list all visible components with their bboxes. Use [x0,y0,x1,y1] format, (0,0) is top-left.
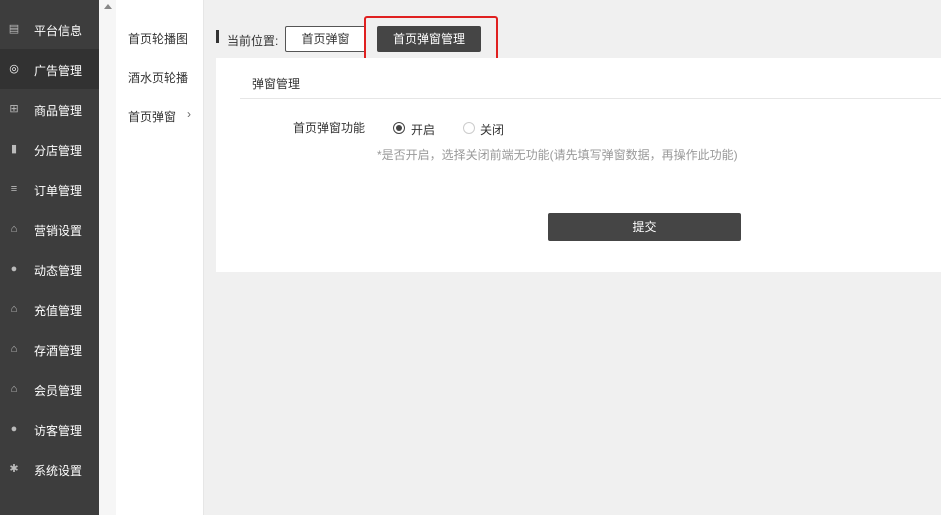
chevron-right-icon: › [187,107,191,121]
sidebar-item-label: 存酒管理 [34,344,83,358]
sidebar-item-1[interactable]: ◎ 广告管理 [0,49,99,89]
submit-button[interactable]: 提交 [548,213,741,241]
popup-feature-label: 首页弹窗功能 [293,121,366,135]
breadcrumb-marker [216,30,219,43]
panel-title: 弹窗管理 [252,77,301,91]
sidebar-item-4[interactable]: ≡ 订单管理 [0,169,99,209]
sidebar-item-label: 广告管理 [34,64,83,78]
sidebar-item-label: 充值管理 [34,304,83,318]
user-icon: ● [10,423,18,435]
gift-icon: ⌂ [10,383,18,395]
scroll-up-arrow-icon[interactable] [104,4,112,9]
breadcrumb-home-popup[interactable]: 首页弹窗 [285,26,366,52]
sidebar-item-6[interactable]: ● 动态管理 [0,249,99,289]
list-icon: ≡ [10,183,18,195]
sidebar-item-label: 动态管理 [34,264,83,278]
subnav-item-home-popup[interactable]: 首页弹窗 [128,108,176,125]
sidebar-item-label: 平台信息 [34,24,83,38]
sidebar-item-11[interactable]: ✱ 系统设置 [0,449,99,489]
book-icon: ▮ [10,143,18,155]
sidebar-item-label: 营销设置 [34,224,83,238]
radio-off-label[interactable]: 关闭 [480,121,504,138]
breadcrumb-label: 当前位置: [227,34,279,48]
sidebar-item-label: 系统设置 [34,464,83,478]
sidebar-item-7[interactable]: ⌂ 充值管理 [0,289,99,329]
subnav-item-drinks-carousel[interactable]: 酒水页轮播 [128,69,188,86]
gift-icon: ⌂ [10,303,18,315]
newspaper-icon: ▤ [8,23,20,35]
gear-icon: ✱ [9,463,19,475]
support-icon: ◎ [9,63,19,75]
sidebar-item-2[interactable]: ⊞ 商品管理 [0,89,99,129]
sub-navigation: 首页轮播图 酒水页轮播 首页弹窗 › [116,0,204,515]
sidebar-item-label: 访客管理 [34,424,83,438]
sidebar-item-5[interactable]: ⌂ 营销设置 [0,209,99,249]
sidebar-scrollbar[interactable] [99,0,116,515]
breadcrumb-home-popup-management[interactable]: 首页弹窗管理 [377,26,481,52]
user-icon: ● [10,263,18,275]
sidebar-item-9[interactable]: ⌂ 会员管理 [0,369,99,409]
sidebar-item-10[interactable]: ● 访客管理 [0,409,99,449]
radio-on-label[interactable]: 开启 [411,121,435,138]
sidebar-item-label: 商品管理 [34,104,83,118]
sidebar-item-0[interactable]: ▤ 平台信息 [0,9,99,49]
gift-icon: ⌂ [10,223,18,235]
sidebar-item-8[interactable]: ⌂ 存酒管理 [0,329,99,369]
radio-on[interactable] [393,122,405,134]
sidebar-item-label: 会员管理 [34,384,83,398]
sidebar-item-3[interactable]: ▮ 分店管理 [0,129,99,169]
sidebar-item-label: 分店管理 [34,144,83,158]
popup-management-panel: 弹窗管理 首页弹窗功能 开启 关闭 *是否开启，选择关闭前端无功能(请先填写弹窗… [216,58,941,272]
feature-hint-text: *是否开启，选择关闭前端无功能(请先填写弹窗数据，再操作此功能) [377,148,738,162]
radio-off[interactable] [463,122,475,134]
sidebar: ▤ 平台信息 ◎ 广告管理 ⊞ 商品管理 ▮ 分店管理 ≡ 订单管理 ⌂ 营销设置 ● 动态管理 ⌂ 充值管理… [0,0,99,515]
gift-icon: ⌂ [10,343,18,355]
cart-icon: ⊞ [9,103,19,115]
sidebar-item-label: 订单管理 [34,184,83,198]
divider [240,98,941,99]
subnav-item-home-carousel[interactable]: 首页轮播图 [128,30,188,47]
